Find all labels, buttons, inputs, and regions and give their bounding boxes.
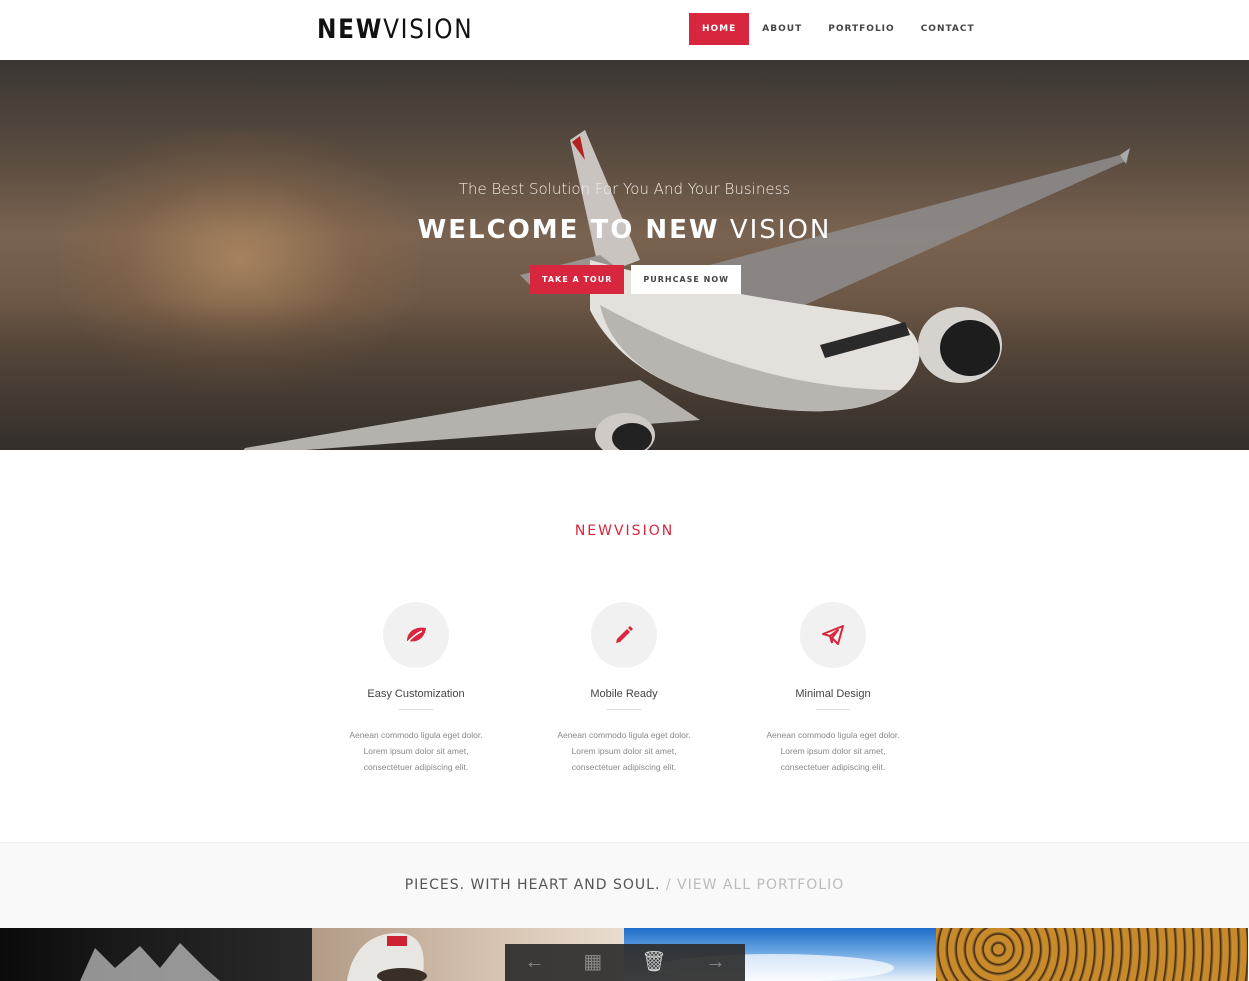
- feature-icon-circle: [800, 602, 866, 668]
- feature-divider: [607, 709, 641, 710]
- pencil-icon: [616, 626, 633, 643]
- nav-about[interactable]: ABOUT: [749, 13, 815, 45]
- slider-controls: ← ▦ 🗑 →: [505, 944, 745, 981]
- arrow-left-icon[interactable]: ←: [524, 944, 544, 981]
- logo-light-text: VISION: [383, 14, 474, 45]
- site-logo[interactable]: NEWVISION: [317, 14, 473, 46]
- feature-title: Minimal Design: [795, 688, 871, 700]
- portfolio-thumb[interactable]: [0, 928, 312, 981]
- features-title: NEWVISION: [574, 523, 675, 539]
- feature-title: Easy Customization: [367, 688, 465, 700]
- hero-title-light: VISION: [729, 215, 832, 245]
- hero-title-bold: WELCOME TO NEW: [417, 215, 720, 245]
- leaf-icon: [405, 627, 426, 645]
- nav-contact[interactable]: CONTACT: [908, 13, 988, 45]
- trash-icon[interactable]: 🗑: [641, 944, 666, 981]
- logo-bold-text: NEW: [317, 14, 384, 45]
- feature-card: Mobile Ready Aenean commodo ligula eget …: [524, 602, 724, 775]
- feature-title: Mobile Ready: [590, 688, 658, 700]
- feature-text: Aenean commodo ligula eget dolor. Lorem …: [349, 730, 483, 772]
- hero-buttons: TAKE A TOUR PURHCASE NOW: [530, 265, 741, 294]
- hero-title: WELCOME TO NEW VISION: [0, 215, 1249, 245]
- frame-icon[interactable]: ▦: [583, 944, 602, 981]
- main-nav: HOME ABOUT PORTFOLIO CONTACT: [689, 13, 988, 45]
- feature-text: Aenean commodo ligula eget dolor. Lorem …: [766, 730, 900, 772]
- nav-home[interactable]: HOME: [689, 13, 750, 45]
- site-header: NEWVISION HOME ABOUT PORTFOLIO CONTACT: [0, 0, 1249, 60]
- arrow-right-icon[interactable]: →: [706, 944, 726, 981]
- nav-portfolio[interactable]: PORTFOLIO: [815, 13, 907, 45]
- hero-subtitle: The Best Solution For You And Your Busin…: [458, 180, 791, 198]
- portfolio-thumb[interactable]: [936, 928, 1248, 981]
- portfolio-heading: PIECES. WITH HEART AND SOUL. / VIEW ALL …: [0, 877, 1249, 893]
- hero-banner: The Best Solution For You And Your Busin…: [0, 60, 1249, 450]
- feature-icon-circle: [591, 602, 657, 668]
- purchase-now-button[interactable]: PURHCASE NOW: [631, 265, 741, 294]
- feature-card: Easy Customization Aenean commodo ligula…: [316, 602, 516, 775]
- view-all-portfolio-link[interactable]: / VIEW ALL PORTFOLIO: [666, 877, 844, 893]
- airplane-image: [243, 130, 1130, 450]
- feature-card: Minimal Design Aenean commodo ligula ege…: [733, 602, 933, 775]
- feature-text: Aenean commodo ligula eget dolor. Lorem …: [557, 730, 691, 772]
- feature-divider: [399, 709, 433, 710]
- take-tour-button[interactable]: TAKE A TOUR: [530, 265, 625, 294]
- feature-divider: [816, 709, 850, 710]
- paper-plane-icon: [822, 625, 844, 645]
- cat-image: [80, 943, 220, 981]
- feature-icon-circle: [383, 602, 449, 668]
- portfolio-heading-text: PIECES. WITH HEART AND SOUL.: [404, 877, 661, 893]
